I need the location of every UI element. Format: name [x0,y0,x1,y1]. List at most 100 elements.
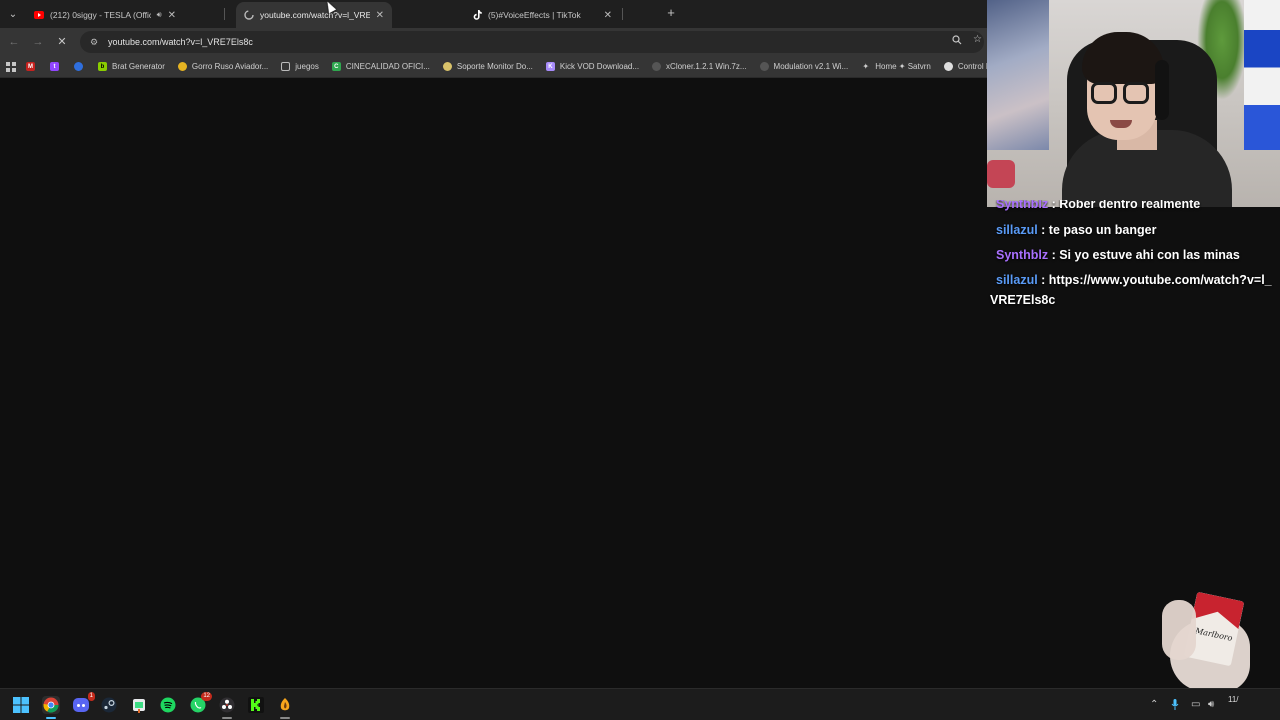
tab-separator [622,8,623,20]
hand-holding-pack: Marlboro [1160,590,1280,700]
microphone-icon[interactable] [1171,699,1179,713]
bookmark-drive[interactable] [74,62,88,71]
chat-separator: : [1037,273,1049,287]
chat-separator: : [1037,223,1049,237]
kick-icon[interactable] [247,696,265,714]
red-object [987,160,1015,188]
chat-separator: : [1048,248,1060,262]
apps-grid-icon[interactable] [6,61,16,72]
bookmark-control-room[interactable]: Control Room [943,62,987,71]
chrome-icon[interactable] [42,696,60,714]
steam-icon[interactable] [100,696,118,714]
kick-icon: K [545,62,555,71]
active-app-indicator [46,717,56,719]
forward-arrow-icon[interactable]: → [30,34,46,50]
pack-brand-text: Marlboro [1194,626,1234,643]
webcam-feed [987,0,1280,207]
stop-loading-icon[interactable]: ✕ [54,34,70,50]
bookmark-label: Control Room [957,62,987,71]
globe-icon [759,62,769,71]
bookmark-juegos[interactable]: juegos [281,62,319,71]
tab-title: youtube.com/watch?v=l_VRE7El [260,10,370,20]
flag [1244,0,1280,150]
tab-youtube-watch[interactable]: youtube.com/watch?v=l_VRE7El ✕ [236,2,392,28]
star-icon: ✦ [862,62,870,71]
windows-start-icon[interactable] [12,696,30,714]
bookmark-label: juegos [295,62,319,71]
chat-message: sillazul : https://www.youtube.com/watch… [990,270,1276,310]
bookmark-xcloner[interactable]: xCloner.1.2.1 Win.7z... [652,62,747,71]
running-app-indicator [222,717,232,719]
bookmark-label: Gorro Ruso Aviador... [191,62,269,71]
notification-badge: 12 [201,692,212,701]
android-studio-icon[interactable] [130,696,148,714]
tab-youtube-tesla[interactable]: (212) 0siggy - TESLA (Offic 🔊︎ ✕ [26,2,184,28]
page-content [0,79,987,688]
tab-strip: ⌄ (212) 0siggy - TESLA (Offic 🔊︎ ✕ youtu… [0,0,987,28]
tab-title: (212) 0siggy - TESLA (Offic [50,10,151,20]
tab-search-icon[interactable]: ⌄ [4,5,22,23]
tab-tiktok[interactable]: (5)#VoiceEffects | TikTok ✕ [464,2,620,28]
bookmark-soporte[interactable]: Soporte Monitor Do... [442,62,533,71]
zoom-icon[interactable] [952,35,962,48]
globe-icon [652,62,662,71]
bookmark-brat-generator[interactable]: b Brat Generator [98,62,165,71]
site-info-icon[interactable]: ⚙ [88,37,100,48]
pack-red-roof [1192,592,1245,629]
glasses-right [1123,82,1149,104]
url-text[interactable]: youtube.com/watch?v=l_VRE7Els8c [108,37,984,47]
bookmark-modulation[interactable]: Modulation v2.1 Wi... [759,62,849,71]
headset [1155,60,1169,120]
drive-icon [74,62,83,71]
hand-fingers [1162,600,1196,660]
brat-icon: b [98,62,107,71]
back-arrow-icon[interactable]: ← [6,34,22,50]
bookmark-label: Brat Generator [112,62,165,71]
running-app-indicator [280,717,290,719]
speaker-icon[interactable]: 🔊︎ [157,10,162,20]
chat-username: sillazul [996,223,1038,237]
whatsapp-icon[interactable]: 12 [189,692,212,714]
new-tab-button[interactable]: + [664,5,678,21]
tiktok-icon [472,10,482,20]
bookmark-star-icon[interactable]: ☆ [973,34,982,45]
bookmark-label: Modulation v2.1 Wi... [773,62,849,71]
bookmark-label: Kick VOD Download... [559,62,640,71]
chat-username: sillazul [996,273,1038,287]
display-icon[interactable]: ▭ [1191,699,1200,710]
discord-icon[interactable]: 1 [72,692,95,714]
tab-separator [224,8,225,20]
address-bar[interactable]: ⚙ youtube.com/watch?v=l_VRE7Els8c ☆ [80,31,984,53]
loading-icon [244,10,254,20]
bookmark-twitch[interactable]: t [50,62,64,71]
bookmark-label: xCloner.1.2.1 Win.7z... [666,62,747,71]
tray-overflow-icon[interactable]: ⌃ [1150,699,1158,710]
fl-studio-icon[interactable] [276,696,294,714]
bookmark-gorro[interactable]: Gorro Ruso Aviador... [177,62,269,71]
chat-username: Synthblz [996,248,1049,262]
bookmarks-bar: M t b Brat Generator Gorro Ruso Aviador..… [0,56,987,78]
volume-icon[interactable]: 🔊︎ [1208,699,1214,710]
chat-text: te paso un banger [1048,223,1157,237]
windows-taskbar: 1 12 ⌃ ▭ 🔊︎ 11/ [0,688,1280,720]
spotify-icon[interactable] [159,696,177,714]
chat-message: Synthblz : Si yo estuve ahi con las mina… [990,245,1280,265]
close-tab-icon[interactable]: ✕ [376,10,384,21]
obs-icon[interactable] [218,696,236,714]
glasses-left [1091,82,1117,104]
clock[interactable]: 11/ [1228,695,1239,705]
globe-icon [177,62,187,71]
twitch-icon: t [50,62,59,71]
close-tab-icon[interactable]: ✕ [604,10,612,21]
cine-icon: C [331,62,341,71]
bookmark-label: Soporte Monitor Do... [456,62,533,71]
bookmark-satvrn[interactable]: ✦ Home ✦ Satvrn [861,62,931,71]
chat-text: Si yo estuve ahi con las minas [1059,248,1240,262]
bookmark-cinecalidad[interactable]: C CINECALIDAD OFICI... [331,62,430,71]
bookmark-label: Home ✦ Satvrn [875,62,931,71]
bookmark-kick-vod[interactable]: K Kick VOD Download... [545,62,640,71]
bookmark-gmail[interactable]: M [26,62,40,71]
close-tab-icon[interactable]: ✕ [168,10,176,21]
wall-poster [987,0,1049,150]
gmail-icon: M [26,62,35,71]
